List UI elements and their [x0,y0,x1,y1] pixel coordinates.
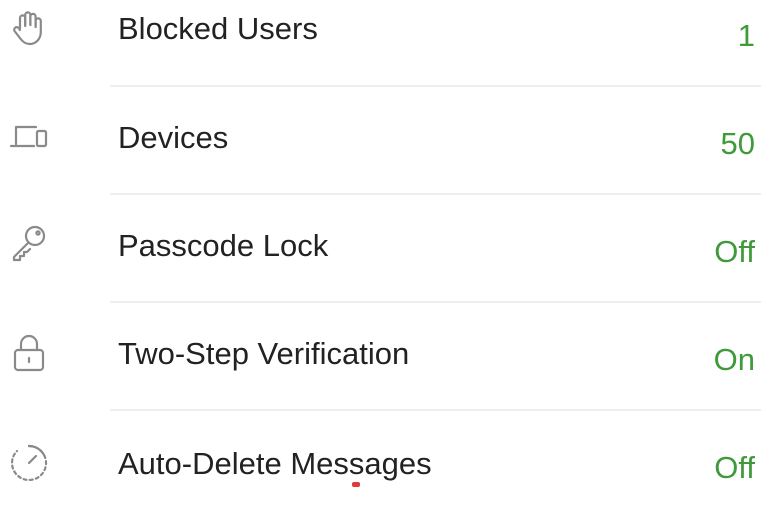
timer-icon [8,442,50,484]
settings-item-value: On [713,342,755,377]
settings-item-label: Auto-Delete Messages [118,446,432,481]
divider [110,193,761,195]
settings-item-label: Blocked Users [118,11,318,46]
divider [110,409,761,411]
settings-item-value: 50 [720,126,755,161]
settings-item-value: 1 [737,18,755,53]
settings-item-label: Passcode Lock [118,228,329,263]
settings-item-devices[interactable]: Devices 50 [0,88,761,196]
devices-icon [8,116,50,158]
settings-item-auto-delete-messages[interactable]: Auto-Delete Messages Off [0,412,761,520]
settings-item-value: Off [714,234,755,269]
privacy-settings-list: Blocked Users 1 Devices 50 Passcode Lock… [0,0,761,487]
hand-stop-icon [8,8,50,50]
settings-item-passcode-lock[interactable]: Passcode Lock Off [0,196,761,304]
touch-indicator [352,482,360,487]
divider [110,301,761,303]
settings-item-label: Two-Step Verification [118,336,410,371]
settings-item-label: Devices [118,120,229,155]
settings-item-value: Off [714,450,755,485]
lock-icon [8,332,50,374]
divider [110,85,761,87]
key-icon [8,222,50,264]
settings-item-two-step-verification[interactable]: Two-Step Verification On [0,304,761,412]
